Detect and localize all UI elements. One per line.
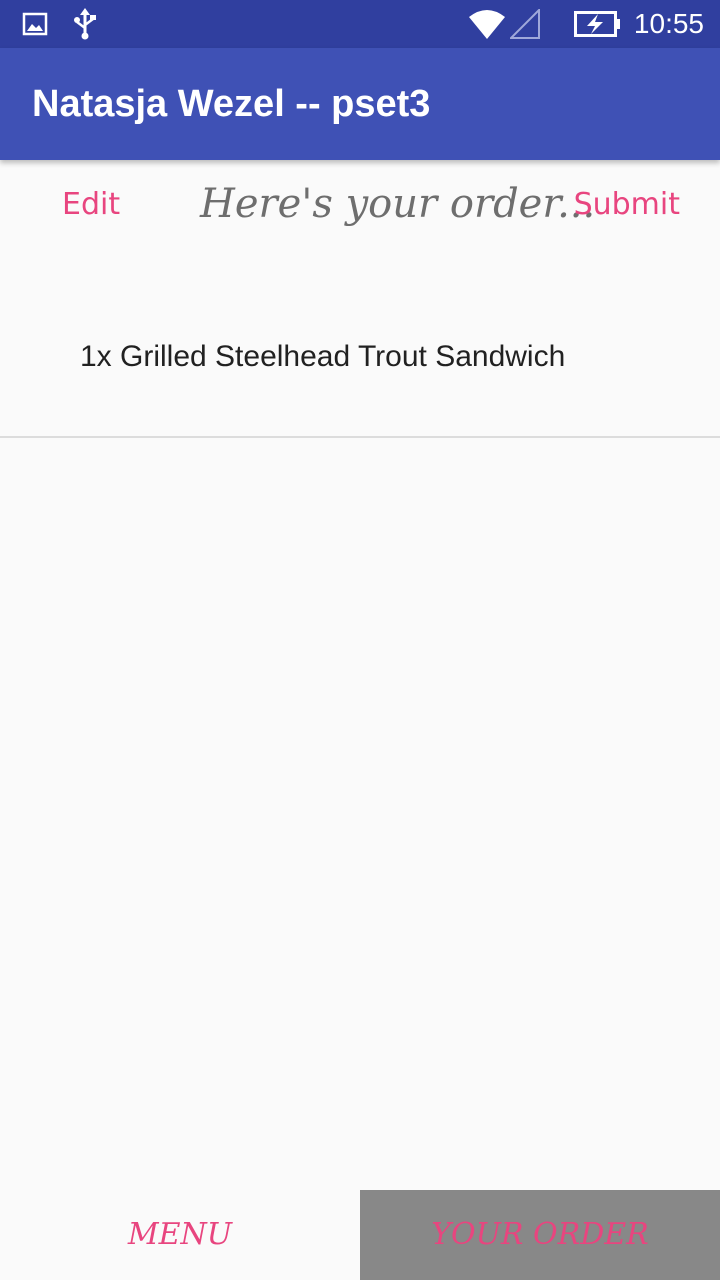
app-bar: Natasja Wezel -- pset3 xyxy=(0,48,720,160)
image-icon xyxy=(22,0,48,48)
order-header: Edit Here's your order... Submit xyxy=(0,160,720,250)
usb-icon xyxy=(72,0,98,48)
signal-icon xyxy=(510,0,540,48)
submit-button[interactable]: Submit xyxy=(574,180,680,230)
bottom-nav: MENU YOUR ORDER xyxy=(0,1190,720,1280)
status-time: 10:55 xyxy=(633,8,704,39)
status-bar: 10:55 xyxy=(0,0,720,48)
tab-your-order[interactable]: YOUR ORDER xyxy=(360,1190,720,1280)
list-item-text: 1x Grilled Steelhead Trout Sandwich xyxy=(80,340,566,373)
order-list: 1x Grilled Steelhead Trout Sandwich xyxy=(0,310,720,438)
battery-charging-icon xyxy=(574,0,622,48)
list-item[interactable]: 1x Grilled Steelhead Trout Sandwich xyxy=(0,310,720,438)
wifi-icon xyxy=(468,0,506,48)
order-heading: Here's your order... xyxy=(200,181,596,227)
app-title: Natasja Wezel -- pset3 xyxy=(32,83,431,125)
tab-menu[interactable]: MENU xyxy=(0,1190,360,1280)
edit-button[interactable]: Edit xyxy=(62,180,120,230)
